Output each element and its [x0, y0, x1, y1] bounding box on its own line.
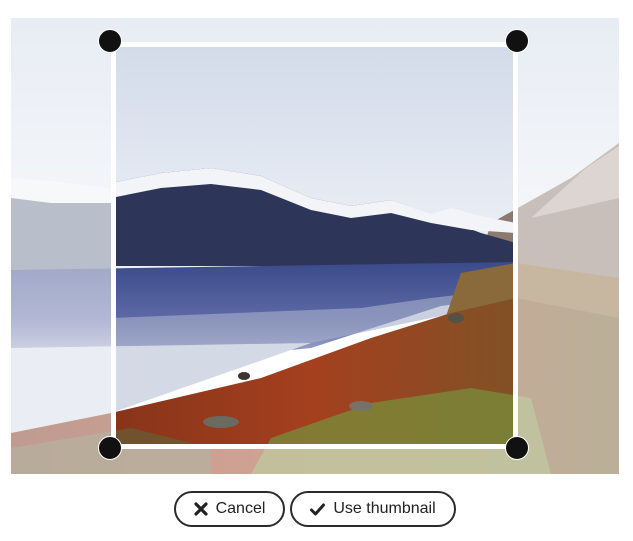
use-thumbnail-button-label: Use thumbnail: [333, 500, 436, 517]
crop-handle-bottom-right[interactable]: [505, 436, 529, 460]
crop-handle-top-left[interactable]: [98, 29, 122, 53]
crop-mask-left: [11, 42, 111, 449]
crop-selection-frame[interactable]: [111, 42, 518, 449]
use-thumbnail-button[interactable]: Use thumbnail: [290, 491, 456, 527]
crop-mask-right: [518, 42, 619, 449]
cancel-button[interactable]: Cancel: [174, 491, 285, 527]
crop-handle-bottom-left[interactable]: [98, 436, 122, 460]
crop-image-area[interactable]: [11, 18, 619, 474]
close-icon: [193, 502, 208, 516]
check-icon: [310, 503, 326, 516]
crop-handle-top-right[interactable]: [505, 29, 529, 53]
thumbnail-crop-dialog: Cancel Use thumbnail: [0, 0, 633, 541]
cancel-button-label: Cancel: [215, 500, 266, 517]
